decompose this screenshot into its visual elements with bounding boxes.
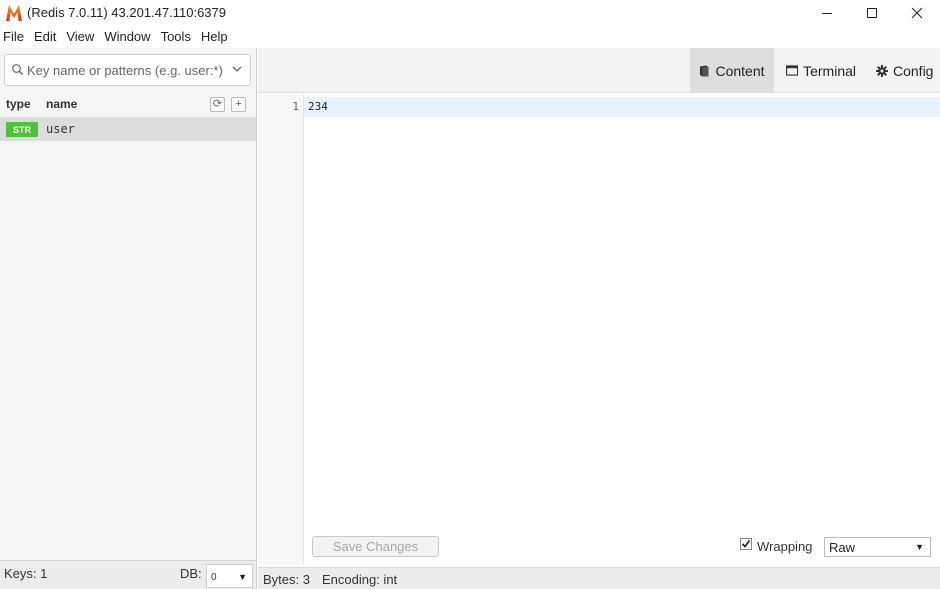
menu-window[interactable]: Window	[104, 26, 150, 48]
tab-config[interactable]: Config	[876, 48, 936, 93]
checkmark-icon	[741, 540, 751, 548]
format-select[interactable]: Raw ▼	[824, 537, 931, 557]
plus-icon: +	[235, 98, 242, 110]
encoding-info: Encoding: int	[322, 572, 398, 587]
value-editor[interactable]: 1 234	[258, 94, 940, 564]
menu-view[interactable]: View	[66, 26, 94, 48]
app-logo-icon	[6, 5, 22, 21]
menu-tools[interactable]: Tools	[161, 26, 191, 48]
wrapping-label: Wrapping	[757, 539, 813, 554]
db-label: DB:	[180, 566, 202, 581]
search-input[interactable]	[27, 55, 227, 85]
close-button[interactable]	[894, 0, 940, 26]
minimize-icon	[822, 13, 832, 14]
close-icon	[911, 7, 923, 19]
minimize-button[interactable]	[804, 0, 850, 26]
key-list-header: type name ⟳ +	[0, 92, 256, 116]
menu-help[interactable]: Help	[201, 26, 228, 48]
chevron-down-icon[interactable]	[232, 65, 242, 73]
window-icon	[786, 65, 799, 76]
wrapping-checkbox[interactable]	[740, 538, 752, 550]
maximize-button[interactable]	[849, 0, 895, 26]
db-value: 0	[211, 572, 217, 583]
key-browser-panel: type name ⟳ + STR user Keys: 1 DB: 0 ▼	[0, 48, 257, 589]
save-changes-button[interactable]: Save Changes	[312, 536, 439, 557]
search-box[interactable]	[4, 54, 251, 86]
refresh-icon: ⟳	[212, 98, 223, 110]
tab-bar: Content Terminal Config	[258, 48, 940, 93]
dropdown-arrow-icon: ▼	[915, 542, 924, 552]
tab-terminal-label: Terminal	[803, 62, 856, 79]
column-header-name: name	[46, 97, 78, 111]
value-panel: Content Terminal Config 1 234 Save Chang…	[258, 48, 940, 589]
tab-content[interactable]: Content	[690, 48, 774, 93]
maximize-icon	[867, 8, 877, 18]
tab-content-label: Content	[715, 62, 765, 79]
db-select[interactable]: 0 ▼	[206, 564, 253, 588]
list-item[interactable]: STR user	[0, 117, 256, 141]
menu-bar: File Edit View Window Tools Help	[0, 26, 940, 48]
search-icon	[12, 64, 23, 75]
key-list-footer: Keys: 1 DB: 0 ▼	[0, 560, 256, 589]
format-value: Raw	[829, 540, 856, 555]
menu-file[interactable]: File	[3, 26, 24, 48]
dropdown-arrow-icon: ▼	[238, 572, 247, 582]
keys-count: Keys: 1	[4, 566, 48, 581]
active-line-highlight	[304, 97, 940, 117]
column-header-type: type	[6, 97, 31, 111]
bytes-info: Bytes: 3	[263, 572, 310, 587]
tab-config-label: Config	[893, 62, 934, 79]
key-type-badge: STR	[6, 122, 38, 137]
value-text[interactable]: 234	[308, 100, 328, 113]
tab-terminal[interactable]: Terminal	[786, 48, 856, 93]
window-title: (Redis 7.0.11) 43.201.47.110:6379	[27, 5, 226, 20]
refresh-button[interactable]: ⟳	[210, 97, 225, 112]
status-bar: Bytes: 3 Encoding: int	[258, 567, 940, 589]
title-bar: (Redis 7.0.11) 43.201.47.110:6379	[0, 0, 940, 26]
menu-edit[interactable]: Edit	[34, 26, 56, 48]
key-name: user	[46, 122, 75, 136]
line-gutter: 1	[258, 94, 304, 564]
book-icon	[700, 65, 709, 76]
add-key-button[interactable]: +	[231, 97, 246, 112]
line-number: 1	[292, 100, 299, 113]
gear-icon	[876, 64, 888, 77]
